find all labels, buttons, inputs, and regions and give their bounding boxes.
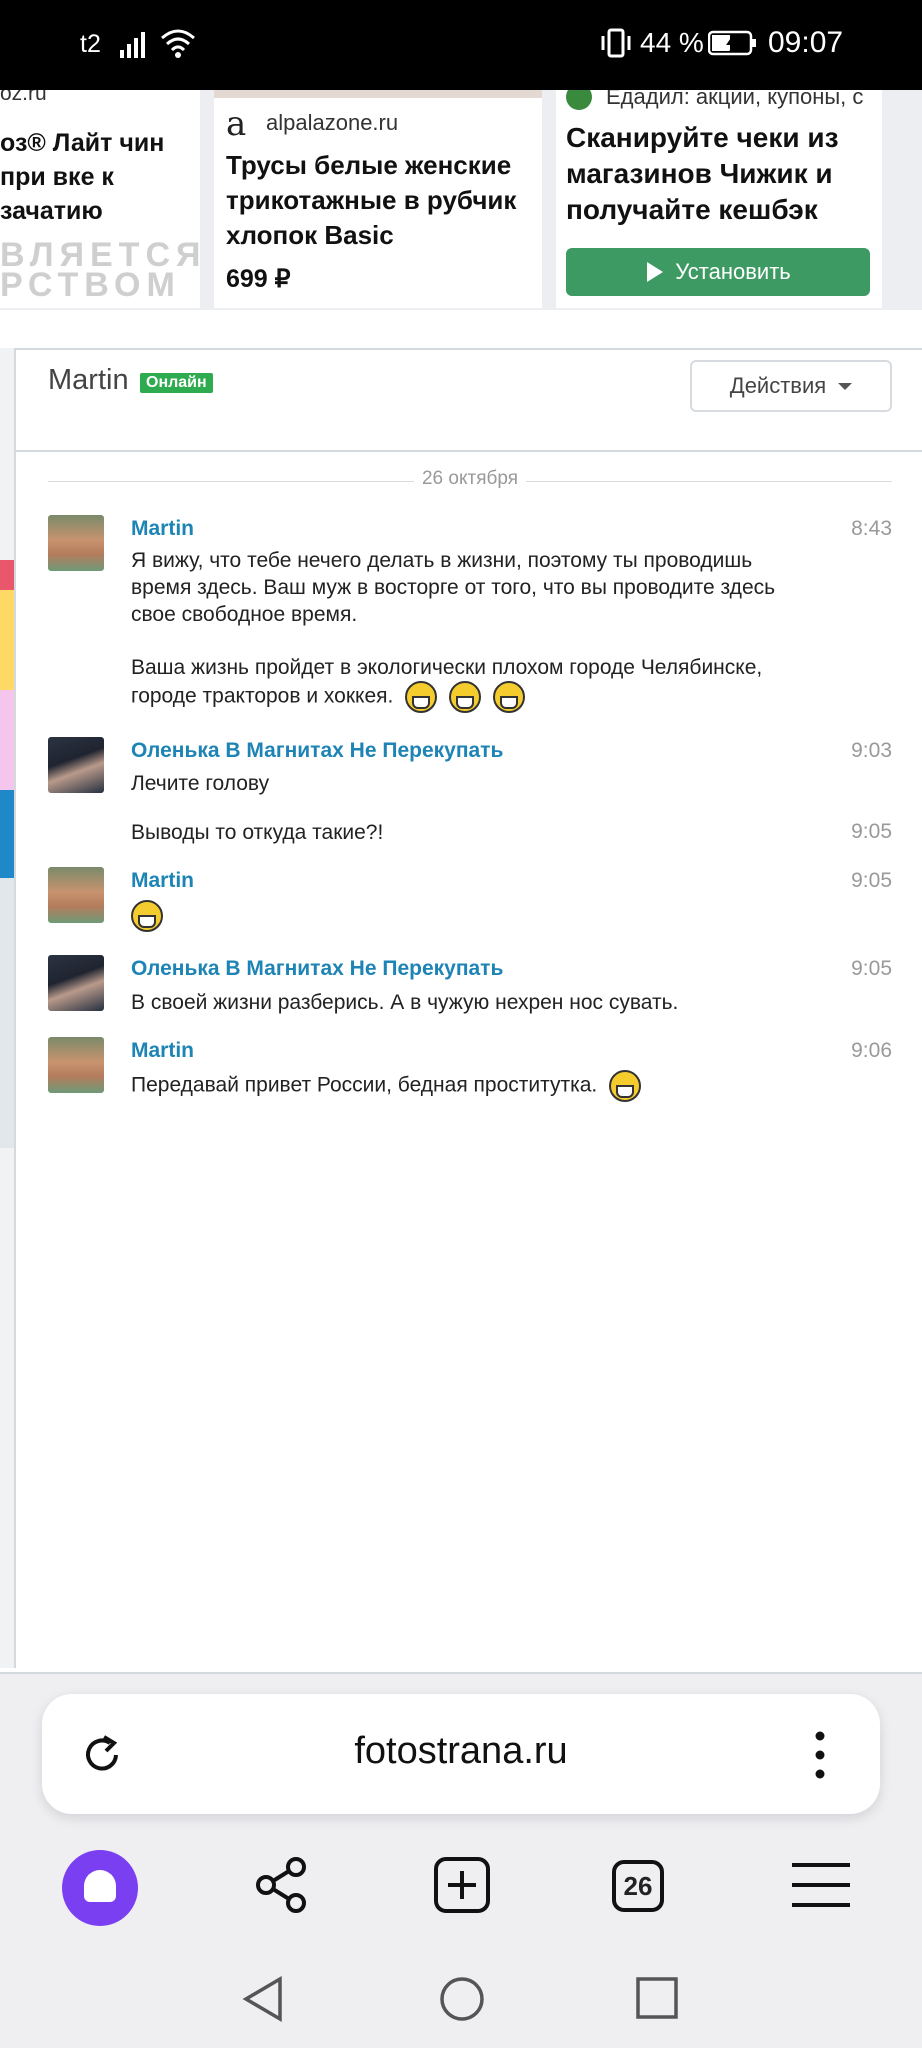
carrier-label: t2 (80, 30, 101, 58)
chevron-down-icon (838, 382, 853, 390)
message-text-line: Ваша жизнь пройдет в экологически плохом… (131, 656, 763, 708)
message-time: 9:05 (851, 957, 892, 980)
menu-icon[interactable] (790, 1855, 852, 1915)
ad-card[interactable]: Едадил: акции, купоны, с Сканируйте чеки… (556, 90, 882, 308)
message-text: Я вижу, что тебе нечего делать в жизни, … (131, 549, 776, 626)
ad-title: оз® Лайт чин при вке к зачатию (0, 129, 165, 225)
battery-icon (708, 30, 756, 56)
install-button[interactable]: Установить (566, 248, 870, 296)
ad-title: Сканируйте чеки из магазинов Чижик и пол… (566, 122, 839, 225)
new-tab-icon[interactable] (432, 1855, 492, 1915)
divider (0, 348, 922, 350)
message-time: 9:03 (851, 739, 892, 762)
ad-domain: oz.ru (0, 90, 47, 105)
signal-icon (120, 32, 145, 58)
clock: 09:07 (768, 26, 844, 59)
grin-emoji-icon (405, 681, 438, 713)
sidebar-tile[interactable] (0, 690, 14, 790)
wifi-icon (161, 29, 195, 58)
alice-assistant-icon[interactable] (62, 1850, 138, 1926)
message-text: Лечите голову (131, 772, 270, 795)
alpalazone-logo-icon: a (226, 104, 247, 144)
date-separator: 26 октября (48, 468, 892, 494)
back-icon[interactable] (240, 1975, 286, 2023)
message-text: Передавай привет России, бедная проститу… (131, 1070, 811, 1102)
grin-emoji-icon (131, 900, 163, 932)
grin-emoji-icon (449, 681, 482, 713)
avatar[interactable] (48, 1037, 104, 1093)
avatar[interactable] (48, 515, 104, 571)
sidebar-tile[interactable] (0, 590, 14, 690)
ad-price: 699 ₽ (226, 265, 291, 293)
avatar[interactable] (48, 955, 104, 1011)
message-author[interactable]: Оленька В Магнитах Не Перекупать (131, 739, 503, 763)
message-text (131, 900, 811, 932)
edadil-logo-icon (566, 90, 592, 110)
ad-card[interactable]: oz.ru оз® Лайт чин при вке к зачатию ВЛЯ… (0, 90, 200, 308)
vibrate-icon (601, 28, 631, 58)
recents-icon[interactable] (634, 1975, 680, 2021)
chat-partner-name[interactable]: Martin (48, 364, 129, 397)
grin-emoji-icon (609, 1070, 642, 1102)
message-text: Ваша жизнь пройдет в экологически плохом… (131, 654, 811, 713)
ad-strip: oz.ru оз® Лайт чин при вке к зачатию ВЛЯ… (0, 90, 922, 310)
sidebar-badge (0, 560, 14, 590)
install-button-label: Установить (675, 259, 791, 284)
sidebar-tile[interactable] (0, 790, 14, 878)
play-icon (647, 262, 664, 282)
tabs-count-button[interactable]: 26 (612, 1860, 664, 1912)
message-text: Выводы то откуда такие?! (131, 821, 384, 844)
sidebar-tile[interactable] (0, 878, 14, 1148)
message-time: 9:05 (851, 820, 892, 843)
message-author[interactable]: Martin (131, 517, 194, 541)
more-vertical-icon[interactable] (812, 1730, 828, 1780)
date-label: 26 октября (413, 468, 527, 489)
avatar[interactable] (48, 867, 104, 923)
battery-percent: 44 % (640, 27, 704, 58)
message-text-line: Передавай привет России, бедная проститу… (131, 1073, 598, 1097)
ad-domain: Едадил: акции, купоны, с (606, 90, 864, 109)
ad-title: Трусы белые женские трикотажные в рубчик… (226, 150, 517, 250)
divider (14, 348, 16, 1668)
ad-image (214, 90, 542, 98)
message-text: В своей жизни разберись. А в чужую нехре… (131, 991, 679, 1014)
avatar[interactable] (48, 737, 104, 793)
message-author[interactable]: Martin (131, 1039, 194, 1063)
ad-domain: alpalazone.ru (266, 110, 399, 135)
share-icon[interactable] (252, 1855, 312, 1915)
message-author[interactable]: Martin (131, 869, 194, 893)
grin-emoji-icon (492, 681, 525, 713)
actions-label: Действия (729, 373, 827, 398)
status-bar: t2 44 % 09:07 (0, 0, 922, 90)
message-time: 9:05 (851, 869, 892, 892)
ad-watermark: ВЛЯЕТСЯ РСТВОМ (0, 236, 207, 304)
online-badge: Онлайн (140, 373, 213, 393)
ad-card[interactable]: a alpalazone.ru Трусы белые женские трик… (214, 90, 542, 308)
actions-dropdown-button[interactable]: Действия (690, 360, 892, 412)
message-author[interactable]: Оленька В Магнитах Не Перекупать (131, 957, 503, 981)
message-time: 9:06 (851, 1039, 892, 1062)
divider (14, 450, 922, 452)
message-time: 8:43 (851, 517, 892, 540)
home-icon[interactable] (438, 1975, 486, 2023)
url-text[interactable]: fotostrana.ru (0, 1730, 922, 1773)
